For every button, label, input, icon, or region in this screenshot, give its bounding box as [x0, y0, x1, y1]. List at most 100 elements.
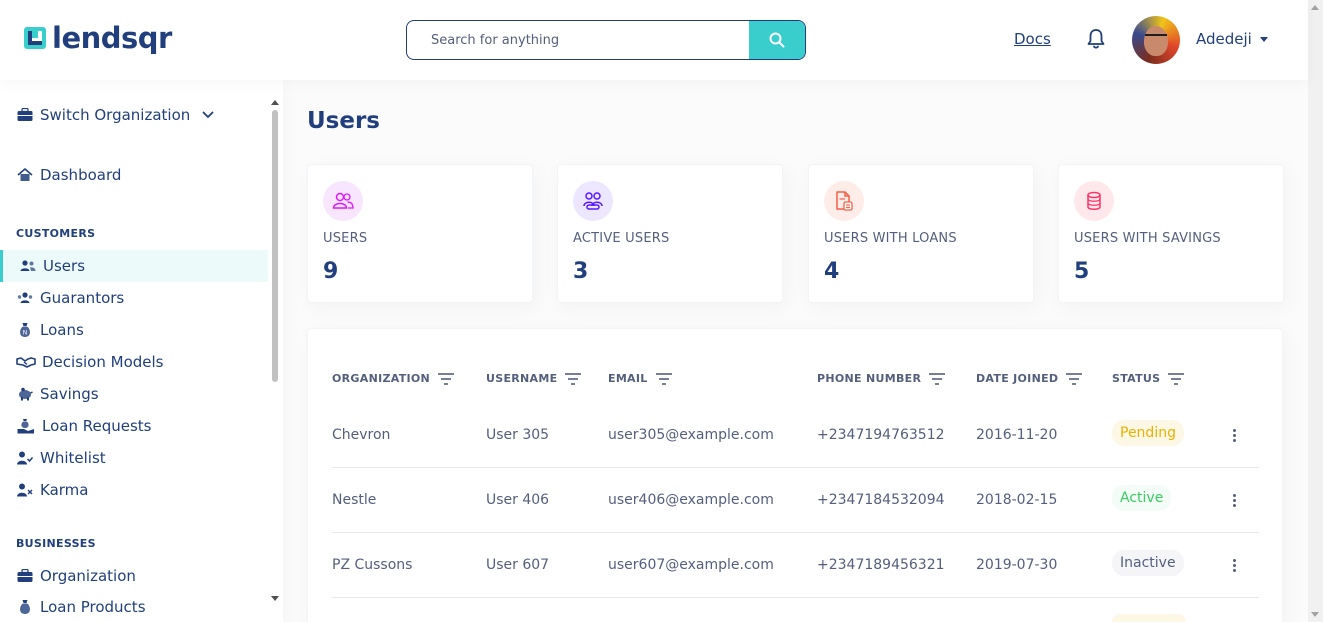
row-actions-icon[interactable]: [1224, 425, 1244, 445]
search-button[interactable]: [749, 21, 805, 59]
briefcase-icon: [16, 568, 34, 584]
guarantors-icon: [16, 290, 34, 306]
stat-value: 4: [824, 259, 840, 284]
chevron-down-icon: [202, 111, 214, 119]
column-header-email[interactable]: EMAIL: [608, 372, 672, 385]
sidebar-item-label: Guarantors: [40, 289, 125, 307]
column-header-status[interactable]: STATUS: [1112, 372, 1185, 385]
header-label: STATUS: [1112, 372, 1161, 385]
filter-icon[interactable]: [565, 372, 582, 385]
column-header-username[interactable]: USERNAME: [486, 372, 582, 385]
page-title: Users: [307, 108, 380, 134]
cell-phone: +2347189456321: [817, 557, 945, 573]
notification-bell-icon[interactable]: [1086, 28, 1106, 50]
row-actions-icon[interactable]: [1224, 490, 1244, 510]
scroll-down-icon[interactable]: [1311, 612, 1319, 617]
coins-icon: [1087, 191, 1101, 210]
user-menu[interactable]: Adedeji: [1196, 30, 1268, 48]
status-badge: Inactive: [1112, 550, 1184, 576]
brand-name: lendsqr: [52, 21, 172, 55]
cell-organization: PZ Cussons: [332, 557, 413, 573]
sidebar-item-loan-products[interactable]: Loan Products: [16, 598, 146, 616]
sidebar-item-label: Organization: [40, 567, 136, 585]
filter-icon[interactable]: [655, 372, 672, 385]
switch-organization-button[interactable]: Switch Organization: [16, 106, 214, 124]
filter-icon[interactable]: [1066, 372, 1083, 385]
scroll-up-icon[interactable]: [1311, 5, 1319, 10]
column-header-date-joined[interactable]: DATE JOINED: [976, 372, 1083, 385]
brand-logo[interactable]: lendsqr: [24, 20, 172, 56]
stat-label: USERS WITH LOANS: [824, 231, 957, 246]
avatar-face: [1144, 26, 1168, 56]
briefcase-icon: [16, 107, 34, 123]
sidebar-item-label: Dashboard: [40, 166, 122, 184]
header-label: PHONE NUMBER: [817, 372, 922, 385]
sidebar-item-label: Decision Models: [42, 353, 164, 371]
caret-down-icon: [1259, 36, 1268, 42]
cell-email: user607@example.com: [608, 557, 774, 573]
sidebar-item-loan-requests[interactable]: Loan Requests: [16, 417, 151, 435]
status-badge-partial: [1112, 614, 1186, 622]
status-badge: Active: [1112, 485, 1172, 511]
sidebar-item-savings[interactable]: Savings: [16, 385, 99, 403]
page-scrollbar[interactable]: [1308, 0, 1323, 622]
user-avatar[interactable]: [1132, 16, 1180, 64]
top-bar: lendsqr Docs Adedeji: [0, 0, 1308, 80]
cell-phone: +2347194763512: [817, 427, 945, 443]
filter-icon[interactable]: [1168, 372, 1185, 385]
section-customers: CUSTOMERS: [16, 227, 96, 240]
loan-sack-icon: [16, 599, 34, 615]
column-header-phone-number[interactable]: PHONE NUMBER: [817, 372, 946, 385]
scroll-up-icon[interactable]: [271, 100, 279, 105]
cell-username: User 406: [486, 492, 550, 508]
sidebar-scrollbar-thumb[interactable]: [272, 110, 278, 382]
sidebar-item-guarantors[interactable]: Guarantors: [16, 289, 124, 307]
stat-card-users-with-loans: USERS WITH LOANS 4: [808, 164, 1034, 303]
sidebar-item-karma[interactable]: Karma: [16, 481, 88, 499]
users-icon: [19, 258, 37, 274]
user-name: Adedeji: [1196, 30, 1252, 48]
sidebar-item-organization[interactable]: Organization: [16, 567, 136, 585]
sidebar-item-dashboard[interactable]: Dashboard: [16, 166, 121, 184]
stat-card-users: USERS 9: [307, 164, 533, 303]
cell-username: User 305: [486, 427, 550, 443]
sidebar-item-label: Users: [43, 257, 86, 275]
column-header-organization[interactable]: ORGANIZATION: [332, 372, 455, 385]
lendsqr-logo-icon: [24, 27, 46, 49]
sidebar-item-whitelist[interactable]: Whitelist: [16, 449, 106, 467]
switch-organization-label: Switch Organization: [40, 106, 191, 124]
sidebar-item-users[interactable]: Users: [19, 257, 85, 275]
user-check-icon: [16, 450, 34, 466]
search-bar: [406, 20, 806, 60]
sidebar-item-decision-models[interactable]: Decision Models: [16, 353, 163, 371]
header-label: ORGANIZATION: [332, 372, 431, 385]
docs-link[interactable]: Docs: [1014, 30, 1051, 48]
stat-label: USERS WITH SAVINGS: [1074, 231, 1221, 246]
header-label: EMAIL: [608, 372, 648, 385]
filter-icon[interactable]: [929, 372, 946, 385]
cell-organization: Nestle: [332, 492, 377, 508]
search-icon: [769, 32, 785, 48]
row-actions-icon[interactable]: [1224, 555, 1244, 575]
stat-value: 9: [323, 259, 339, 284]
filter-icon[interactable]: [438, 372, 455, 385]
stat-icon-circle: [1074, 181, 1114, 221]
cell-phone: +2347184532094: [817, 492, 945, 508]
stat-card-active-users: ACTIVE USERS 3: [557, 164, 783, 303]
user-x-icon: [16, 482, 34, 498]
scroll-down-icon[interactable]: [271, 596, 279, 601]
loan-sack-icon: N: [16, 322, 34, 338]
handshake-icon: [16, 354, 36, 370]
header-label: USERNAME: [486, 372, 558, 385]
home-icon: [16, 167, 34, 183]
cell-organization: Chevron: [332, 427, 391, 443]
loan-document-icon: [836, 191, 853, 211]
search-input[interactable]: [407, 21, 749, 59]
sidebar-item-loans[interactable]: N Loans: [16, 321, 84, 339]
stat-label: ACTIVE USERS: [573, 231, 670, 246]
sidebar-item-label: Savings: [40, 385, 99, 403]
cell-date-joined: 2018-02-15: [976, 492, 1058, 508]
section-businesses: BUSINESSES: [16, 537, 96, 550]
cell-date-joined: 2016-11-20: [976, 427, 1058, 443]
cell-email: user406@example.com: [608, 492, 774, 508]
